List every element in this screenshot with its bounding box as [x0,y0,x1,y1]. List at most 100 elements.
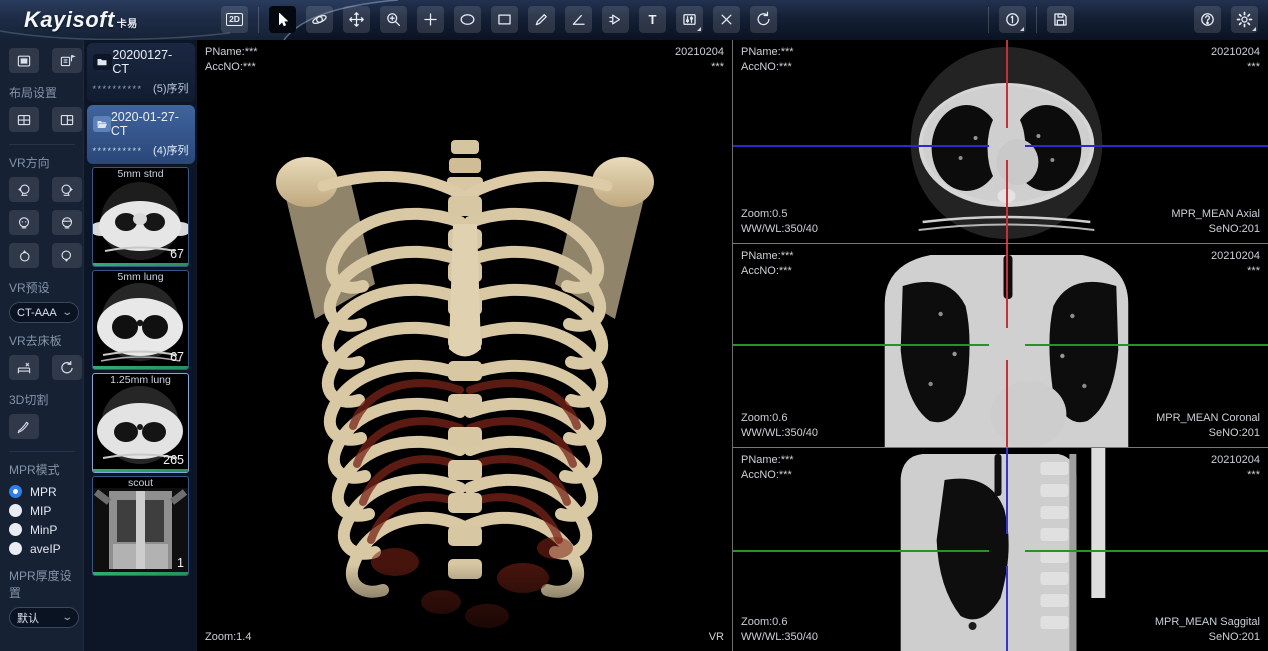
tool-measure-line[interactable] [528,6,555,33]
study-item-2020-01-27[interactable]: 2020-01-27-CT ********** (4)序列 [87,105,195,164]
sidebar-separator [9,451,75,452]
crosshair-h-line[interactable] [1025,344,1268,346]
crosshair-h-line[interactable] [1025,550,1268,552]
save-icon [1051,10,1070,29]
mpr-coronal-viewport[interactable]: PName:***AccNO:*** 20210204*** Zoom:0.6W… [733,243,1268,447]
top-bar: Kayisoft卡易 2DT [0,0,1268,40]
remove-bed-button[interactable] [9,355,39,380]
series-browser: 20200127-CT ********** (5)序列 2020-01-27-… [83,40,197,651]
crosshair-v-line[interactable] [1006,244,1008,328]
study-item-20200127[interactable]: 20200127-CT ********** (5)序列 [87,43,195,102]
load-progress-bar [93,366,188,369]
tool-window-level[interactable] [676,6,703,33]
crosshair-h-line[interactable] [733,344,989,346]
thumbnail-5mm-stnd[interactable]: 5mm stnd 67 [92,167,189,267]
mpr-mode-option-aveip[interactable]: aveIP [9,539,83,558]
help-circle-icon [1198,10,1217,29]
layout-split-button[interactable] [52,107,82,132]
tool-angle-measure[interactable] [565,6,592,33]
tool-cursor[interactable] [269,6,296,33]
x-icon [717,10,736,29]
tool-info[interactable] [999,6,1026,33]
crosshair-v-line[interactable] [1006,40,1008,128]
mpr-sagittal-viewport[interactable]: PName:***AccNO:*** 20210204*** Zoom:0.6W… [733,447,1268,651]
crosshair-h-line[interactable] [1025,145,1268,147]
cut-3d-label: 3D切割 [9,391,83,408]
mpr-thickness-dropdown[interactable]: 默认 ⌄ [9,607,79,628]
tool-rect-roi[interactable] [491,6,518,33]
cut-3d-knife-button[interactable] [9,414,39,439]
tools-sidebar: 布局设置 VR方向 [0,40,83,651]
vr-3d-viewport[interactable]: PName:***AccNO:*** 20210204*** Zoom:1.4 … [197,40,732,651]
folder-closed-icon [93,54,113,70]
mpr-mode-option-mpr[interactable]: MPR [9,482,83,501]
tool-2d-mode-glyph: 2D [226,13,243,26]
thumbnail-5mm-lung[interactable]: 5mm lung 67 [92,270,189,370]
vr-direction-front-button[interactable] [9,210,39,235]
flag-icon [606,10,625,29]
reset-icon [58,359,76,377]
ellipse-icon [458,10,477,29]
patient-overlay: PName:***AccNO:*** [741,45,794,75]
vr-direction-top-button[interactable] [9,243,39,268]
patient-id-masked: ********** [93,146,143,156]
chevron-down-icon: ⌄ [61,307,73,318]
vr-direction-back-button[interactable] [52,210,82,235]
mpr-mode-option-mip[interactable]: MIP [9,501,83,520]
toolbar-separator [1036,7,1037,33]
mpr-mode-option-minp[interactable]: MinP [9,520,83,539]
grid-split-icon [58,111,76,129]
patient-id-masked: ********** [93,84,143,94]
tool-delete[interactable] [713,6,740,33]
vr-direction-left-button[interactable] [9,177,39,202]
mpr-axial-viewport[interactable]: PName:***AccNO:*** 20210204*** Zoom:0.5W… [733,40,1268,243]
vr-direction-right-button[interactable] [52,177,82,202]
tool-help[interactable] [1194,6,1221,33]
vr-reset-button[interactable] [52,355,82,380]
crosshair-v-line[interactable] [1006,360,1008,447]
vr-direction-grid [9,177,83,268]
toolbar-separator [988,7,989,33]
crosshair-v-line[interactable] [1006,160,1008,243]
crosshair-h-line[interactable] [733,550,989,552]
thumbnail-1-25mm-lung[interactable]: 1.25mm lung 265 [92,373,189,473]
layout-browser-button[interactable] [9,48,39,73]
dropdown-corner-indicator [697,27,701,31]
crosshair-v-line[interactable] [1006,566,1008,651]
grid-2x2-icon [15,111,33,129]
patient-overlay: PName:***AccNO:*** [741,249,794,279]
vr-view-label: VR [709,630,724,645]
tool-save[interactable] [1047,6,1074,33]
tool-text-annotation[interactable]: T [639,6,666,33]
thumbnail-scout[interactable]: scout 1 [92,476,189,576]
tool-arrow-annotation[interactable] [602,6,629,33]
scout-xray-thumbnail-image [93,488,188,572]
layout-report-button[interactable] [52,48,82,73]
tool-ellipse-roi[interactable] [454,6,481,33]
tool-pan[interactable] [343,6,370,33]
tool-crosshair[interactable] [417,6,444,33]
tool-2d-mode[interactable]: 2D [221,6,248,33]
tool-rotate-3d[interactable] [306,6,333,33]
crosshair-v-line[interactable] [1006,448,1008,534]
dropdown-corner-indicator [1020,27,1024,31]
rect-icon [495,10,514,29]
vr-preset-dropdown[interactable]: CT-AAA ⌄ [9,302,79,323]
secondary-toolbar [988,6,1258,33]
tool-settings[interactable] [1231,6,1258,33]
cursor-icon [273,10,292,29]
sidebar-separator [9,144,75,145]
vr-direction-label: VR方向 [9,154,83,171]
head-front-icon [15,214,33,232]
app-logo-suffix: 卡易 [117,19,138,30]
vr-direction-bottom-button[interactable] [52,243,82,268]
tool-zoom[interactable] [380,6,407,33]
layout-grid-2x2-button[interactable] [9,107,39,132]
knife-icon [15,418,33,436]
crosshair-h-line[interactable] [733,145,989,147]
dropdown-corner-indicator [1252,27,1256,31]
tool-reset[interactable] [750,6,777,33]
tool-text-annotation-glyph: T [649,12,657,27]
head-top-icon [15,247,33,265]
medical-imaging-workstation: Kayisoft卡易 2DT 布局设置 VR方向 [0,0,1268,651]
